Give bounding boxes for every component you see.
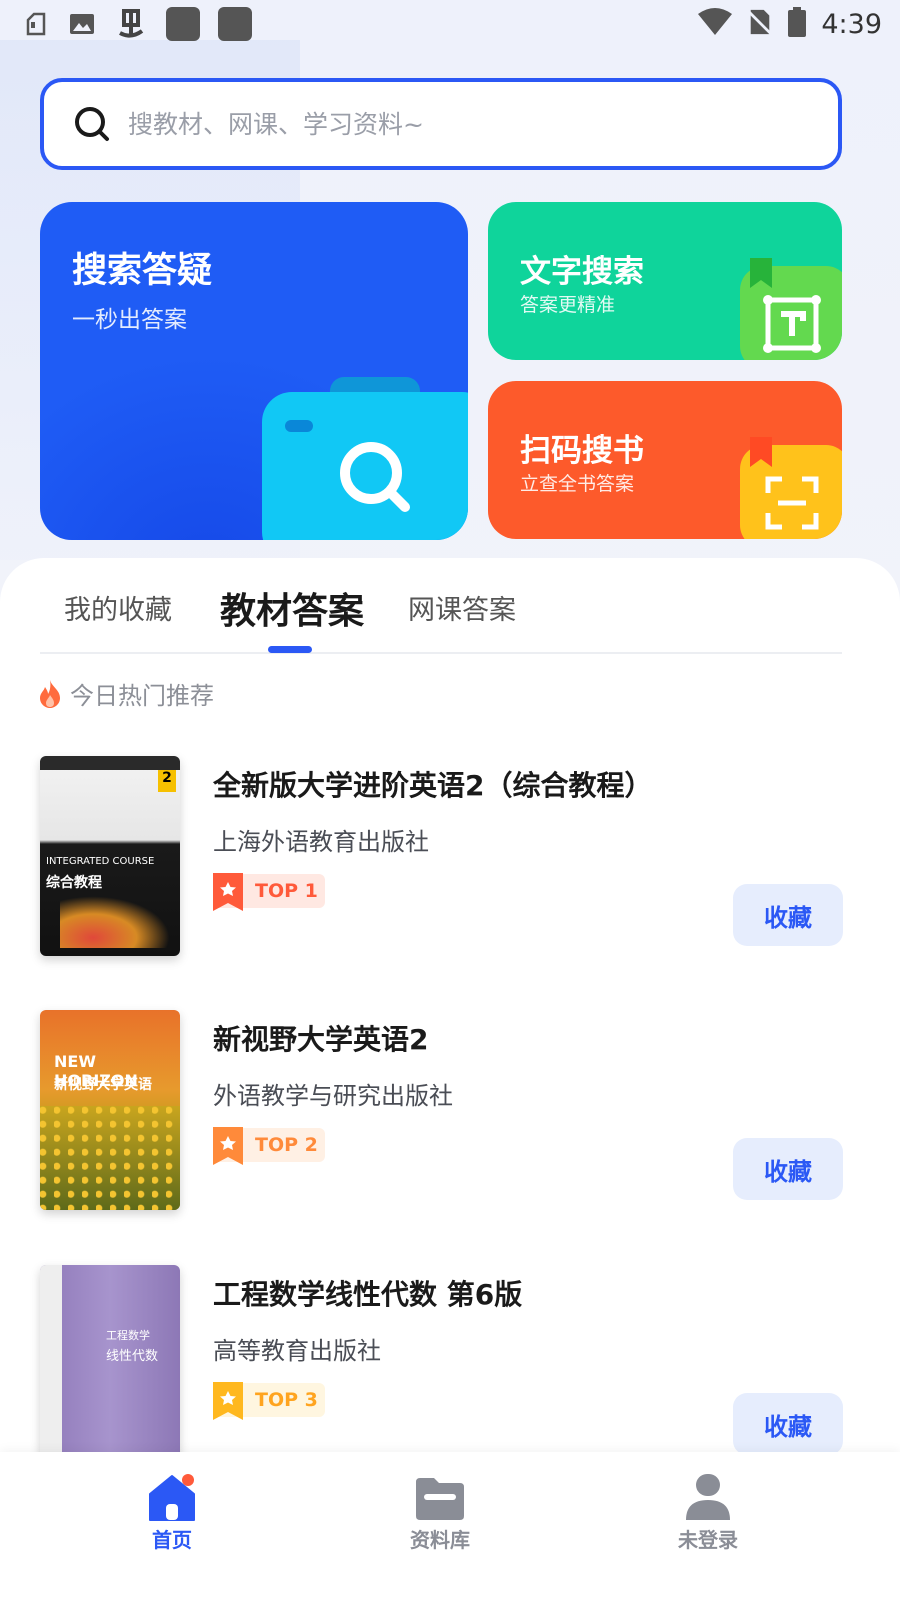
rank-label: TOP 3 bbox=[255, 1389, 318, 1411]
app-icon bbox=[114, 7, 148, 41]
cover-spine bbox=[40, 1265, 62, 1465]
nav-account-label: 未登录 bbox=[678, 1528, 738, 1552]
book-publisher: 高等教育出版社 bbox=[213, 1337, 381, 1365]
rank-ribbon-icon bbox=[213, 1127, 243, 1165]
nav-home-label: 首页 bbox=[152, 1528, 192, 1552]
cover-title-cn: 新视野大学英语 bbox=[54, 1077, 152, 1093]
nav-account[interactable]: 未登录 bbox=[628, 1452, 788, 1600]
text-recognition-icon bbox=[763, 295, 821, 353]
photo-search-title: 搜索答疑 bbox=[72, 251, 213, 291]
tab-textbook-answers[interactable]: 教材答案 bbox=[220, 582, 364, 634]
book-publisher: 上海外语教育出版社 bbox=[213, 828, 429, 856]
favorite-button[interactable]: 收藏 bbox=[733, 1138, 843, 1200]
book-cover: 工程数学 线性代数 bbox=[40, 1265, 180, 1465]
cover-title-cn: 线性代数 bbox=[106, 1349, 159, 1364]
scan-book-title: 扫码搜书 bbox=[520, 433, 644, 469]
flame-icon bbox=[40, 679, 60, 708]
book-title: 工程数学线性代数 第6版 bbox=[213, 1278, 523, 1311]
hot-section-header: 今日热门推荐 bbox=[38, 676, 214, 711]
bookmark-icon bbox=[750, 258, 772, 288]
tab-my-favorites[interactable]: 我的收藏 bbox=[64, 588, 172, 627]
folder-icon bbox=[416, 1478, 464, 1520]
bookmark-icon bbox=[750, 437, 772, 467]
notification-icon bbox=[22, 10, 50, 38]
rank-badge: TOP 3 bbox=[213, 1382, 325, 1420]
book-publisher: 外语教学与研究出版社 bbox=[213, 1082, 453, 1110]
wifi-icon bbox=[697, 8, 733, 40]
book-cover: NEW HORIZON 新视野大学英语 bbox=[40, 1010, 180, 1210]
no-sim-icon bbox=[747, 7, 773, 41]
photo-search-card[interactable]: 搜索答疑 一秒出答案 bbox=[40, 202, 468, 540]
cover-art bbox=[40, 1106, 180, 1210]
photo-search-subtitle: 一秒出答案 bbox=[72, 307, 187, 333]
cover-title-en: 工程数学 bbox=[106, 1329, 150, 1342]
bottom-navigation: 首页 资料库 未登录 bbox=[0, 1452, 900, 1600]
rank-ribbon-icon bbox=[213, 873, 243, 911]
text-search-card[interactable]: 文字搜索 答案更精准 bbox=[488, 202, 842, 360]
scan-icon bbox=[765, 476, 819, 530]
rank-badge: TOP 1 bbox=[213, 873, 325, 911]
book-title: 全新版大学进阶英语2（综合教程） bbox=[213, 769, 653, 802]
rank-ribbon-icon bbox=[213, 1382, 243, 1420]
search-icon bbox=[75, 107, 109, 141]
tab-indicator bbox=[268, 646, 312, 653]
search-bar[interactable] bbox=[40, 78, 842, 170]
nav-library-label: 资料库 bbox=[410, 1528, 470, 1552]
favorite-button[interactable]: 收藏 bbox=[733, 884, 843, 946]
magnifier-icon bbox=[340, 442, 410, 512]
text-search-subtitle: 答案更精准 bbox=[520, 294, 616, 316]
search-input[interactable] bbox=[128, 109, 788, 139]
tab-bar: 我的收藏 教材答案 网课答案 bbox=[40, 560, 842, 654]
camera-flash bbox=[285, 420, 313, 432]
nav-home[interactable]: 首页 bbox=[92, 1452, 252, 1600]
book-list-item[interactable]: NEW HORIZON 新视野大学英语 新视野大学英语2 外语教学与研究出版社 … bbox=[40, 1010, 843, 1210]
home-icon bbox=[149, 1474, 195, 1521]
cover-volume-mark: 2 bbox=[158, 770, 176, 792]
rank-label: TOP 1 bbox=[255, 880, 318, 902]
book-title: 新视野大学英语2 bbox=[213, 1023, 429, 1056]
status-bar: 4:39 bbox=[0, 0, 900, 48]
hot-section-label: 今日热门推荐 bbox=[70, 682, 214, 710]
cover-title-cn: 综合教程 bbox=[46, 875, 102, 891]
cover-art bbox=[60, 896, 170, 948]
cover-title-en: INTEGRATED COURSE bbox=[46, 856, 155, 867]
tab-online-course-answers[interactable]: 网课答案 bbox=[408, 588, 516, 627]
image-icon bbox=[68, 10, 96, 38]
rank-label: TOP 2 bbox=[255, 1134, 318, 1156]
book-list-item[interactable]: 工程数学 线性代数 工程数学线性代数 第6版 高等教育出版社 TOP 3 收藏 bbox=[40, 1265, 843, 1465]
scan-book-card[interactable]: 扫码搜书 立查全书答案 bbox=[488, 381, 842, 539]
battery-icon bbox=[787, 6, 807, 42]
status-placeholder-icon bbox=[218, 7, 252, 41]
text-search-title: 文字搜索 bbox=[520, 254, 644, 290]
cover-band bbox=[40, 756, 180, 770]
clock: 4:39 bbox=[821, 8, 882, 40]
status-placeholder-icon bbox=[166, 7, 200, 41]
book-list-item[interactable]: 2 INTEGRATED COURSE 综合教程 全新版大学进阶英语2（综合教程… bbox=[40, 756, 843, 956]
rank-badge: TOP 2 bbox=[213, 1127, 325, 1165]
book-cover: 2 INTEGRATED COURSE 综合教程 bbox=[40, 756, 180, 956]
nav-library[interactable]: 资料库 bbox=[360, 1452, 520, 1600]
user-icon bbox=[686, 1474, 730, 1520]
scan-book-subtitle: 立查全书答案 bbox=[520, 473, 635, 495]
favorite-button[interactable]: 收藏 bbox=[733, 1393, 843, 1455]
